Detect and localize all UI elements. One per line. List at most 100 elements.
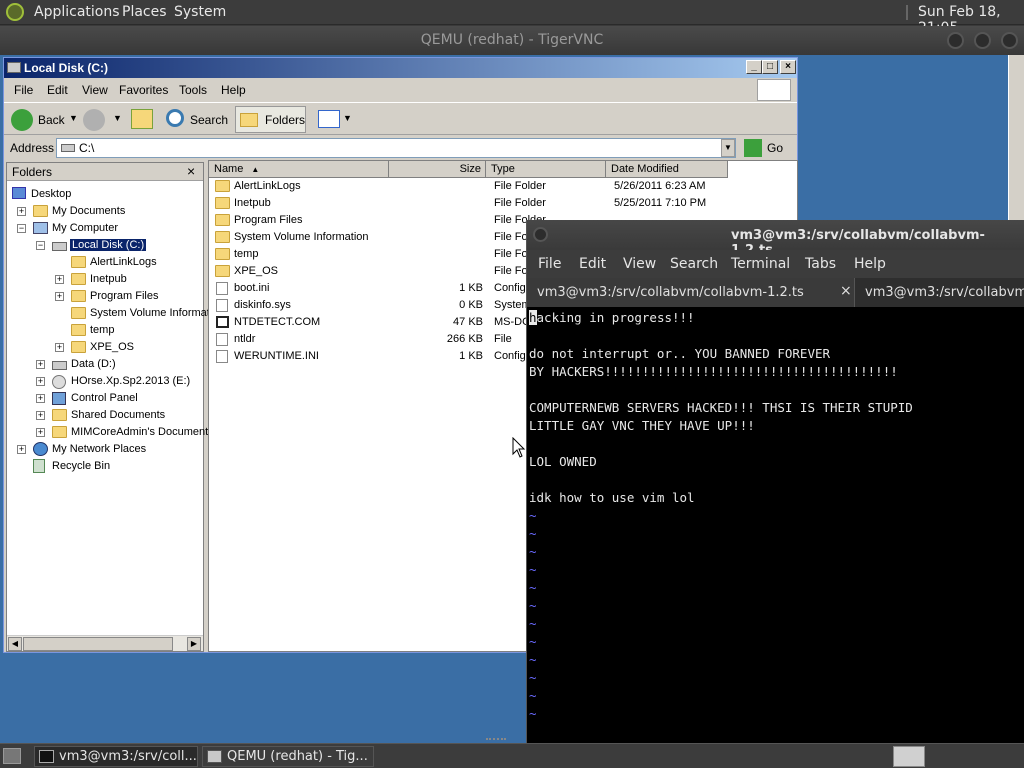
tree-item-my-computer[interactable]: My Computer — [52, 222, 118, 234]
file-name: XPE_OS — [234, 265, 279, 277]
tree-item-local-disk[interactable]: Local Disk (C:) — [68, 238, 148, 252]
vnc-window-titlebar[interactable]: QEMU (redhat) - TigerVNC — [0, 26, 1024, 55]
explorer-minimize-icon[interactable]: _ — [746, 60, 762, 74]
column-header-size[interactable]: Size — [389, 161, 486, 178]
tree-item-mimcoreadmin-documents[interactable]: MIMCoreAdmin's Documents — [71, 426, 214, 438]
terminal-cursor: h — [529, 310, 537, 325]
tree-item-program-files[interactable]: Program Files — [90, 290, 158, 302]
tree-item-desktop[interactable]: Desktop — [31, 188, 71, 200]
forward-dropdown-icon[interactable]: ▼ — [113, 113, 122, 123]
search-icon[interactable] — [166, 109, 184, 127]
maximize-icon[interactable] — [974, 32, 991, 49]
expand-icon[interactable]: + — [55, 292, 64, 301]
go-button[interactable]: Go — [767, 141, 783, 155]
places-menu[interactable]: Places — [122, 4, 167, 20]
guest-desktop-scrollbar[interactable] — [1008, 55, 1024, 220]
terminal-menu-tabs[interactable]: Tabs — [805, 256, 836, 272]
expand-icon[interactable]: + — [17, 445, 26, 454]
menu-tools[interactable]: Tools — [179, 83, 207, 97]
expand-icon[interactable]: + — [36, 428, 45, 437]
menu-view[interactable]: View — [82, 83, 108, 97]
terminal-menu-terminal[interactable]: Terminal — [731, 256, 790, 272]
scroll-left-icon[interactable]: ◀ — [8, 637, 22, 651]
views-icon[interactable] — [318, 110, 340, 128]
folders-horizontal-scrollbar[interactable]: ◀ ▶ — [7, 635, 203, 651]
expand-icon[interactable]: + — [55, 275, 64, 284]
menu-file[interactable]: File — [14, 83, 33, 97]
search-button[interactable]: Search — [190, 113, 228, 127]
expand-icon[interactable]: + — [36, 360, 45, 369]
minimize-icon[interactable] — [947, 32, 964, 49]
tree-item-inetpub[interactable]: Inetpub — [90, 273, 127, 285]
tree-item-control-panel[interactable]: Control Panel — [71, 392, 138, 404]
collapse-icon[interactable]: − — [36, 241, 45, 250]
menu-favorites[interactable]: Favorites — [119, 83, 168, 97]
go-arrow-icon[interactable] — [744, 139, 762, 157]
terminal-menu-view[interactable]: View — [623, 256, 656, 272]
tree-item-system-volume-information[interactable]: System Volume Informat — [90, 307, 210, 319]
terminal-menu-edit[interactable]: Edit — [579, 256, 606, 272]
table-row[interactable]: AlertLinkLogs File Folder 5/26/2011 6:23… — [209, 178, 797, 195]
terminal-line: BY HACKERS!!!!!!!!!!!!!!!!!!!!!!!!!!!!!!… — [529, 364, 898, 379]
forward-arrow-icon[interactable] — [83, 109, 105, 131]
workspace-switcher-icon[interactable] — [893, 746, 925, 767]
address-dropdown-icon[interactable]: ▼ — [721, 139, 735, 157]
system-menu[interactable]: System — [174, 4, 226, 20]
collapse-icon[interactable]: − — [17, 224, 26, 233]
folders-pane-close-icon[interactable]: × — [187, 163, 195, 179]
explorer-maximize-icon[interactable]: □ — [762, 60, 778, 74]
resize-grip-icon[interactable] — [486, 728, 506, 740]
tree-item-alertlinklogs[interactable]: AlertLinkLogs — [90, 256, 157, 268]
tree-item-recycle-bin[interactable]: Recycle Bin — [52, 460, 110, 472]
back-arrow-icon[interactable] — [11, 109, 33, 131]
terminal-menu-file[interactable]: File — [538, 256, 561, 272]
show-desktop-icon[interactable] — [3, 748, 21, 764]
taskbar-item-vnc[interactable]: QEMU (redhat) - Tig... — [202, 746, 374, 767]
explorer-titlebar[interactable]: Local Disk (C:) _ □ × — [4, 58, 797, 78]
column-header-type[interactable]: Type — [486, 161, 606, 178]
expand-icon[interactable]: + — [36, 411, 45, 420]
taskbar-item-terminal[interactable]: vm3@vm3:/srv/coll... — [34, 746, 198, 767]
tree-item-xpe-os[interactable]: XPE_OS — [90, 341, 134, 353]
ini-file-icon — [216, 350, 228, 363]
tree-item-my-network-places[interactable]: My Network Places — [52, 443, 146, 455]
close-icon[interactable] — [1001, 32, 1018, 49]
tab-close-icon[interactable]: × — [840, 283, 852, 299]
terminal-tab-active[interactable]: vm3@vm3:/srv/collabvm/collabvm-1.2.ts × — [527, 278, 855, 307]
folders-button-label: Folders — [265, 113, 306, 127]
up-folder-icon[interactable] — [131, 109, 153, 129]
expand-icon[interactable]: + — [17, 207, 26, 216]
tree-item-temp[interactable]: temp — [90, 324, 114, 336]
back-dropdown-icon[interactable]: ▼ — [69, 113, 78, 123]
gnome-top-panel: Applications Places System Sun Feb 18, 2… — [0, 0, 1024, 36]
column-header-date[interactable]: Date Modified — [606, 161, 728, 178]
scroll-right-icon[interactable]: ▶ — [187, 637, 201, 651]
tree-item-data-d[interactable]: Data (D:) — [71, 358, 116, 370]
folder-icon — [215, 214, 230, 226]
address-field[interactable]: C:\ ▼ — [56, 138, 736, 158]
views-dropdown-icon[interactable]: ▼ — [343, 113, 352, 123]
tree-item-horse-e[interactable]: HOrse.Xp.Sp2.2013 (E:) — [71, 375, 190, 387]
scroll-thumb[interactable] — [23, 637, 173, 651]
column-header-name[interactable]: Name ▲ — [209, 161, 389, 178]
menu-help[interactable]: Help — [221, 83, 246, 97]
terminal-titlebar[interactable]: vm3@vm3:/srv/collabvm/collabvm-1.2.ts — [527, 220, 1024, 258]
terminal-close-icon[interactable] — [533, 227, 548, 242]
vim-empty-line-marker: ~ — [529, 670, 537, 685]
expand-icon[interactable]: + — [36, 394, 45, 403]
terminal-content[interactable]: hacking in progress!!! do not interrupt … — [527, 307, 1024, 743]
explorer-close-icon[interactable]: × — [780, 60, 796, 74]
terminal-menu-help[interactable]: Help — [854, 256, 886, 272]
folders-button[interactable]: Folders — [235, 106, 306, 133]
back-button[interactable]: Back — [38, 113, 65, 127]
expand-icon[interactable]: + — [36, 377, 45, 386]
terminal-tab[interactable]: vm3@vm3:/srv/collabvm/c — [857, 278, 1024, 307]
menu-edit[interactable]: Edit — [47, 83, 68, 97]
expand-icon[interactable]: + — [55, 343, 64, 352]
tree-item-shared-documents[interactable]: Shared Documents — [71, 409, 165, 421]
tree-item-my-documents[interactable]: My Documents — [52, 205, 125, 217]
terminal-menu-search[interactable]: Search — [670, 256, 718, 272]
gnome-foot-icon[interactable] — [6, 3, 24, 21]
table-row[interactable]: Inetpub File Folder 5/25/2011 7:10 PM — [209, 195, 797, 212]
applications-menu[interactable]: Applications — [34, 4, 120, 20]
